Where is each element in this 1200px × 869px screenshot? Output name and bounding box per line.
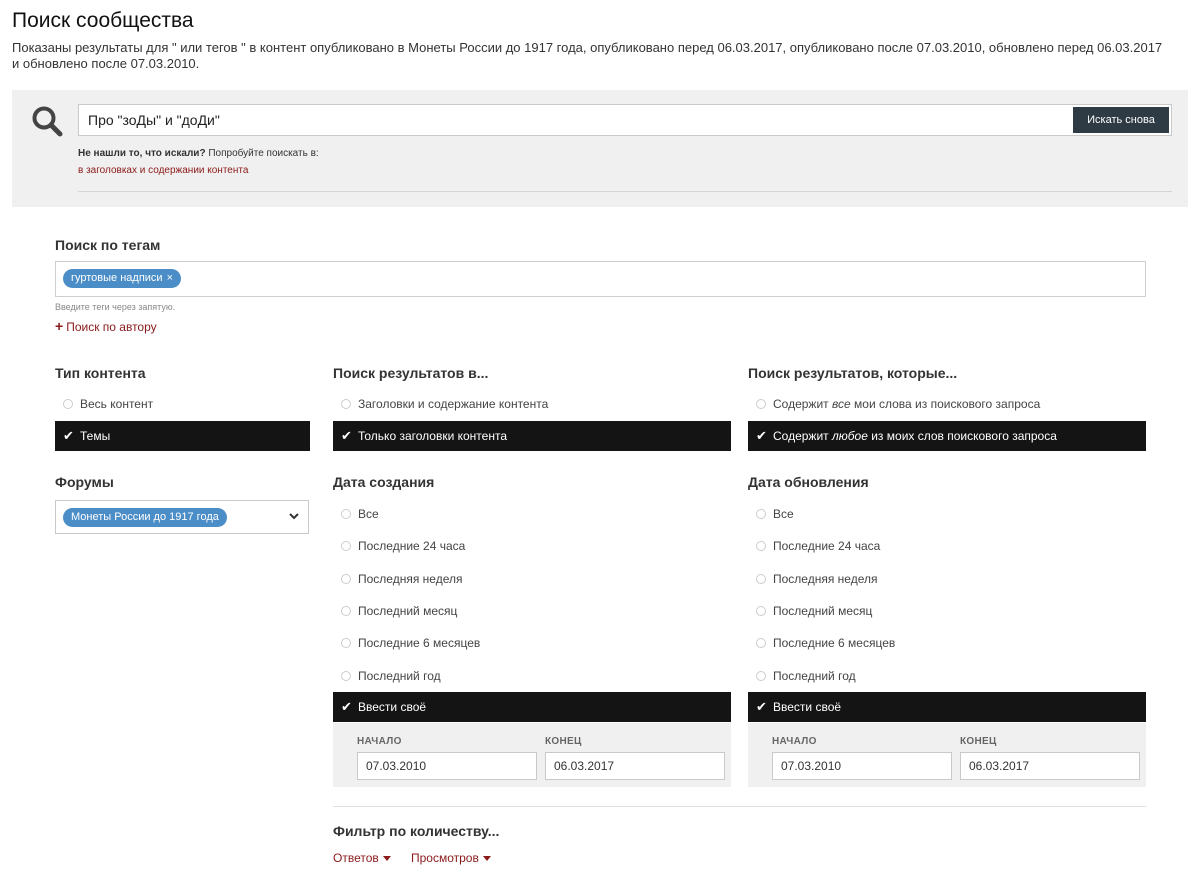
match-any-word[interactable]: ✔ Содержит любое из моих слов поискового … <box>748 421 1146 451</box>
updated-option-24h[interactable]: Последние 24 часа <box>748 531 1146 561</box>
updated-option-custom[interactable]: ✔ Ввести своё <box>748 692 1146 722</box>
search-in-titles-only[interactable]: ✔ Только заголовки контента <box>333 421 731 451</box>
radio-icon <box>341 606 351 616</box>
count-filter-heading: Фильтр по количеству... <box>333 823 500 839</box>
radio-icon <box>756 606 766 616</box>
views-filter-dropdown[interactable]: Просмотров <box>411 851 491 865</box>
content-type-topics[interactable]: ✔ Темы <box>55 421 310 451</box>
forums-heading: Форумы <box>55 474 114 490</box>
search-in-heading: Поиск результатов в... <box>333 365 489 381</box>
check-icon: ✔ <box>63 428 74 443</box>
forum-token: Монеты России до 1917 года <box>63 508 227 527</box>
created-end-label: КОНЕЦ <box>545 736 582 747</box>
updated-end-input[interactable] <box>960 752 1140 780</box>
divider <box>78 191 1172 192</box>
caret-down-icon <box>382 856 391 862</box>
updated-end-label: КОНЕЦ <box>960 736 997 747</box>
radio-icon <box>756 574 766 584</box>
remove-tag-icon[interactable]: × <box>167 272 173 284</box>
updated-option-month[interactable]: Последний месяц <box>748 596 1146 626</box>
radio-icon <box>341 399 351 409</box>
created-option-24h[interactable]: Последние 24 часа <box>333 531 731 561</box>
tag-token: гуртовые надписи × <box>63 269 182 288</box>
search-by-author-link[interactable]: + Поиск по автору <box>55 318 157 334</box>
created-start-label: НАЧАЛО <box>357 736 402 747</box>
search-in-titles-and-content[interactable]: Заголовки и содержание контента <box>333 389 731 419</box>
search-again-button[interactable]: Искать снова <box>1073 107 1169 133</box>
updated-option-year[interactable]: Последний год <box>748 661 1146 691</box>
check-icon: ✔ <box>756 428 767 443</box>
updated-start-label: НАЧАЛО <box>772 736 817 747</box>
chevron-down-icon <box>288 509 300 527</box>
plus-icon: + <box>55 318 64 334</box>
created-option-custom[interactable]: ✔ Ввести своё <box>333 692 731 722</box>
radio-icon <box>63 399 73 409</box>
check-icon: ✔ <box>756 699 767 714</box>
created-option-6months[interactable]: Последние 6 месяцев <box>333 628 731 658</box>
radio-icon <box>756 541 766 551</box>
updated-start-input[interactable] <box>772 752 952 780</box>
search-input[interactable] <box>88 105 1058 135</box>
created-option-all[interactable]: Все <box>333 499 731 529</box>
tags-input[interactable]: гуртовые надписи × <box>55 261 1146 297</box>
tags-hint: Введите теги через запятую. <box>55 302 176 312</box>
radio-icon <box>341 574 351 584</box>
results-which-heading: Поиск результатов, которые... <box>748 365 958 381</box>
radio-icon <box>756 638 766 648</box>
replies-filter-dropdown[interactable]: Ответов <box>333 851 391 865</box>
divider <box>333 806 1146 807</box>
created-end-input[interactable] <box>545 752 725 780</box>
created-option-year[interactable]: Последний год <box>333 661 731 691</box>
search-field: Искать снова <box>78 104 1172 136</box>
updated-option-all[interactable]: Все <box>748 499 1146 529</box>
search-titles-and-content-link[interactable]: в заголовках и содержании контента <box>78 165 248 176</box>
radio-icon <box>341 638 351 648</box>
created-date-heading: Дата создания <box>333 474 435 490</box>
radio-icon <box>341 671 351 681</box>
radio-icon <box>756 509 766 519</box>
check-icon: ✔ <box>341 699 352 714</box>
page-title: Поиск сообщества <box>12 9 194 32</box>
radio-icon <box>341 541 351 551</box>
updated-option-6months[interactable]: Последние 6 месяцев <box>748 628 1146 658</box>
created-start-input[interactable] <box>357 752 537 780</box>
results-description: Показаны результаты для " или тегов " в … <box>12 40 1163 71</box>
content-type-all[interactable]: Весь контент <box>55 389 310 419</box>
radio-icon <box>341 509 351 519</box>
tags-heading: Поиск по тегам <box>55 237 161 253</box>
check-icon: ✔ <box>341 428 352 443</box>
search-icon <box>31 105 63 142</box>
content-type-heading: Тип контента <box>55 365 146 381</box>
not-found-text: Не нашли то, что искали? Попробуйте поис… <box>78 148 319 159</box>
created-option-month[interactable]: Последний месяц <box>333 596 731 626</box>
created-option-week[interactable]: Последняя неделя <box>333 564 731 594</box>
caret-down-icon <box>482 856 491 862</box>
forums-select[interactable]: Монеты России до 1917 года <box>55 500 309 534</box>
updated-date-heading: Дата обновления <box>748 474 869 490</box>
match-all-words[interactable]: Содержит все мои слова из поискового зап… <box>748 389 1146 419</box>
radio-icon <box>756 671 766 681</box>
radio-icon <box>756 399 766 409</box>
updated-option-week[interactable]: Последняя неделя <box>748 564 1146 594</box>
